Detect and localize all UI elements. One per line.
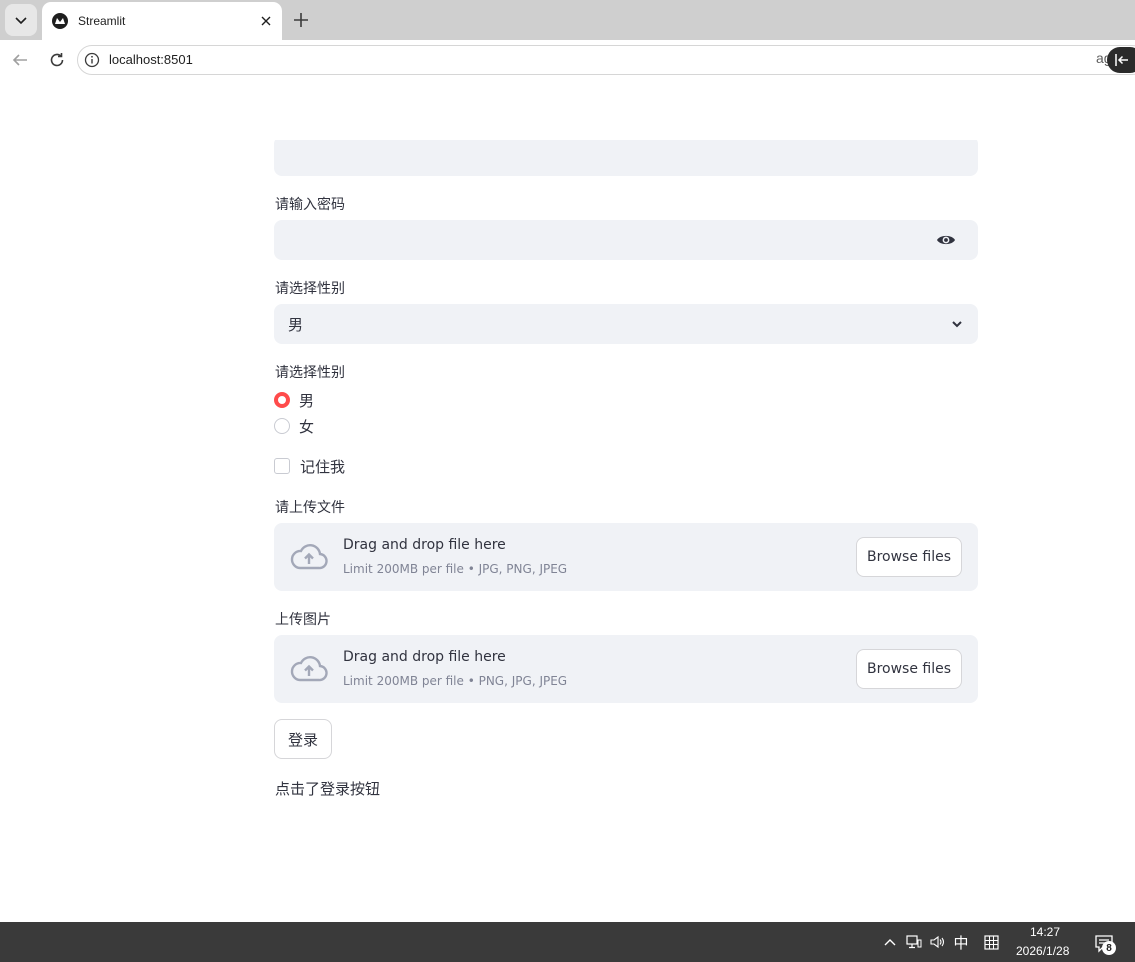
close-tab-icon[interactable] (258, 13, 274, 29)
radio-button-selected[interactable] (274, 392, 290, 408)
radio-option-label: 男 (299, 391, 315, 410)
gender-radio-label: 请选择性别 (275, 365, 345, 381)
login-button[interactable]: 登录 (274, 719, 332, 759)
image-upload-label: 上传图片 (275, 612, 331, 628)
streamlit-logo-icon (52, 13, 68, 29)
back-button[interactable] (8, 48, 32, 72)
remember-me-label: 记住我 (300, 457, 346, 476)
password-label: 请输入密码 (275, 197, 345, 213)
chevron-down-icon (15, 17, 27, 25)
tab-search-button[interactable] (5, 4, 37, 36)
address-bar[interactable] (77, 45, 1135, 75)
eye-icon[interactable] (936, 232, 956, 248)
windows-taskbar: 中 14:27 2026/1/28 8 (0, 922, 1135, 962)
chevron-down-icon (952, 321, 962, 328)
gender-select[interactable]: 男 (274, 304, 978, 344)
radio-button[interactable] (274, 418, 290, 434)
volume-icon[interactable] (930, 934, 946, 950)
gender-select-value: 男 (288, 316, 304, 334)
info-icon[interactable] (84, 52, 100, 68)
dropzone-title: Drag and drop file here (343, 649, 506, 665)
radio-option-female[interactable]: 女 (274, 415, 314, 437)
remember-me-checkbox[interactable] (274, 458, 290, 474)
side-panel-button[interactable] (1107, 47, 1135, 73)
file-upload-label: 请上传文件 (275, 500, 345, 516)
file-uploader-dropzone[interactable]: Drag and drop file here Limit 200MB per … (274, 523, 978, 591)
browse-files-button[interactable]: Browse files (856, 537, 962, 577)
image-uploader-dropzone[interactable]: Drag and drop file here Limit 200MB per … (274, 635, 978, 703)
gender-select-label: 请选择性别 (275, 281, 345, 297)
network-icon[interactable] (906, 934, 922, 950)
cloud-upload-icon (290, 656, 328, 682)
login-result-text: 点击了登录按钮 (275, 780, 381, 798)
browser-tab-strip: Streamlit (0, 0, 1135, 40)
cloud-upload-icon (290, 544, 328, 570)
arrow-left-icon (12, 54, 27, 66)
collapse-left-icon (1115, 54, 1128, 66)
username-input[interactable] (274, 140, 978, 176)
clock-date[interactable]: 2026/1/28 (1016, 944, 1069, 958)
new-tab-button[interactable] (289, 8, 313, 32)
clock-time[interactable]: 14:27 (1030, 925, 1060, 939)
browser-tab[interactable]: Streamlit (42, 2, 282, 40)
plus-icon (294, 13, 308, 27)
url-text: localhost:8501 (109, 52, 193, 67)
page-viewport: 请输入密码 请选择性别 男 请选择性别 男 女 记住我 请上传文件 Drag a… (4, 80, 1135, 922)
radio-option-male[interactable]: 男 (274, 389, 314, 411)
browse-files-button[interactable]: Browse files (856, 649, 962, 689)
tab-title: Streamlit (78, 14, 126, 28)
ime-mode-icon[interactable] (983, 934, 999, 950)
dropzone-limit-text: Limit 200MB per file • JPG, PNG, JPEG (343, 562, 568, 576)
dropzone-limit-text: Limit 200MB per file • PNG, JPG, JPEG (343, 674, 568, 688)
dropzone-title: Drag and drop file here (343, 537, 506, 553)
password-input[interactable] (274, 220, 978, 260)
notification-count-badge: 8 (1102, 941, 1116, 955)
reload-icon (50, 53, 64, 67)
reload-button[interactable] (45, 48, 69, 72)
radio-option-label: 女 (299, 417, 315, 436)
ime-indicator[interactable]: 中 (953, 934, 969, 952)
chevron-up-icon[interactable] (882, 934, 898, 950)
remember-me-checkbox-row[interactable]: 记住我 (274, 456, 345, 476)
